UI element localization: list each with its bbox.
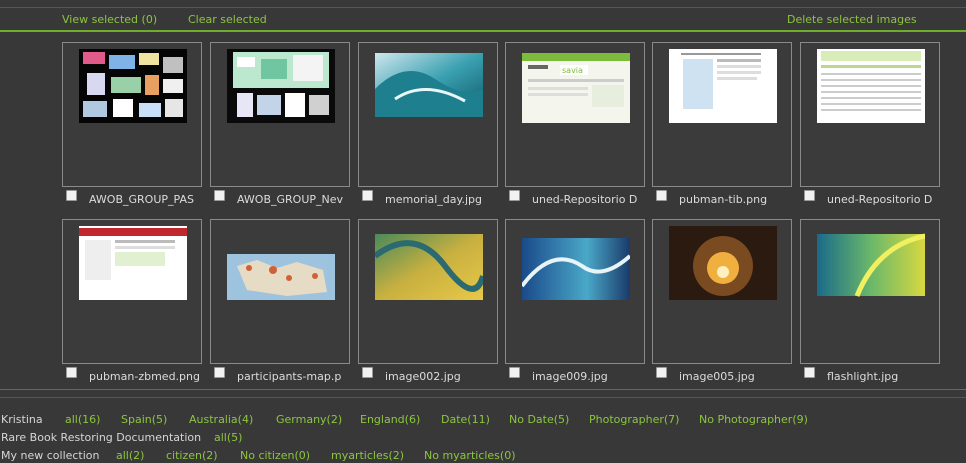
- collection-filters: Kristina all(16) Spain(5) Australia(4) G…: [1, 413, 961, 463]
- image-thumbnail[interactable]: [358, 219, 498, 364]
- thumbnail-wave-photo: [375, 234, 483, 300]
- filter-link[interactable]: all(2): [116, 449, 144, 462]
- filter-link[interactable]: Photographer(7): [589, 413, 679, 426]
- image-card: AWOB_GROUP_Nev: [210, 42, 350, 206]
- select-checkbox[interactable]: [214, 190, 225, 201]
- filter-link[interactable]: all(16): [65, 413, 100, 426]
- image-filename: image002.jpg: [385, 370, 461, 383]
- image-thumbnail[interactable]: [210, 42, 350, 187]
- thumbnail-webpage-screenshot: [79, 226, 187, 300]
- collection-row: My new collection all(2) citizen(2) No c…: [1, 449, 961, 463]
- filter-link[interactable]: Australia(4): [189, 413, 253, 426]
- select-checkbox[interactable]: [362, 190, 373, 201]
- filter-link[interactable]: myarticles(2): [331, 449, 404, 462]
- grid-divider: [0, 397, 966, 398]
- thumbnail-wave-photo: [817, 233, 925, 297]
- filter-link[interactable]: England(6): [360, 413, 420, 426]
- image-filename: participants-map.p: [237, 370, 342, 383]
- thumbnail-map: [227, 254, 335, 300]
- grid-divider: [0, 389, 966, 390]
- image-thumbnail[interactable]: [210, 219, 350, 364]
- image-card: memorial_day.jpg: [358, 42, 498, 206]
- select-checkbox[interactable]: [656, 367, 667, 378]
- filter-link[interactable]: all(5): [214, 431, 242, 444]
- select-checkbox[interactable]: [804, 367, 815, 378]
- select-checkbox[interactable]: [66, 190, 77, 201]
- filter-link[interactable]: No Photographer(9): [699, 413, 808, 426]
- filter-link[interactable]: citizen(2): [166, 449, 218, 462]
- filter-link[interactable]: No citizen(0): [240, 449, 310, 462]
- collection-name: My new collection: [1, 449, 100, 462]
- image-filename: AWOB_GROUP_Nev: [237, 193, 344, 206]
- select-checkbox[interactable]: [509, 367, 520, 378]
- image-filename: uned-Repositorio D: [827, 193, 933, 206]
- image-thumbnail[interactable]: [505, 219, 645, 364]
- image-thumbnail[interactable]: [652, 42, 792, 187]
- image-thumbnail[interactable]: [62, 219, 202, 364]
- image-card: pubman-tib.png: [652, 42, 792, 206]
- filter-link[interactable]: Spain(5): [121, 413, 167, 426]
- collection-name: Kristina: [1, 413, 43, 426]
- thumbnail-webpage-screenshot: [669, 49, 777, 123]
- image-filename: pubman-zbmed.png: [89, 370, 199, 383]
- image-grid: AWOB_GROUP_PAS AWOB_GROUP_Nev memorial_d…: [0, 0, 966, 390]
- select-checkbox[interactable]: [804, 190, 815, 201]
- thumbnail-poster-collage: [79, 49, 187, 123]
- image-card: participants-map.p: [210, 219, 350, 383]
- image-thumbnail[interactable]: [62, 42, 202, 187]
- image-card: image005.jpg: [652, 219, 792, 383]
- select-checkbox[interactable]: [656, 190, 667, 201]
- image-filename: memorial_day.jpg: [385, 193, 482, 206]
- filter-link[interactable]: No Date(5): [509, 413, 569, 426]
- image-card: AWOB_GROUP_PAS: [62, 42, 202, 206]
- image-thumbnail[interactable]: [652, 219, 792, 364]
- thumbnail-wave-photo: [375, 53, 483, 117]
- filter-link[interactable]: No myarticles(0): [424, 449, 516, 462]
- image-filename: pubman-tib.png: [679, 193, 768, 206]
- image-filename: AWOB_GROUP_PAS: [89, 193, 194, 206]
- collection-name: Rare Book Restoring Documentation: [1, 431, 202, 444]
- image-card: image009.jpg: [505, 219, 645, 383]
- image-card: uned-Repositorio D: [800, 42, 940, 206]
- select-checkbox[interactable]: [509, 190, 520, 201]
- image-filename: uned-Repositorio D: [532, 193, 638, 206]
- image-card: flashlight.jpg: [800, 219, 940, 383]
- image-thumbnail[interactable]: [800, 42, 940, 187]
- image-filename: image005.jpg: [679, 370, 755, 383]
- image-card: image002.jpg: [358, 219, 498, 383]
- select-checkbox[interactable]: [66, 367, 77, 378]
- select-checkbox[interactable]: [362, 367, 373, 378]
- collection-row: Rare Book Restoring Documentation all(5): [1, 431, 961, 449]
- filter-link[interactable]: Germany(2): [276, 413, 342, 426]
- thumbnail-poster-collage: [227, 49, 335, 123]
- thumbnail-webpage-screenshot: [817, 49, 925, 123]
- image-card: pubman-zbmed.png: [62, 219, 202, 383]
- image-filename: flashlight.jpg: [827, 370, 899, 383]
- thumbnail-wave-photo: [522, 238, 630, 300]
- collection-row: Kristina all(16) Spain(5) Australia(4) G…: [1, 413, 961, 431]
- filter-link[interactable]: Date(11): [441, 413, 490, 426]
- image-card: savia uned-Repositorio D: [505, 42, 645, 206]
- image-thumbnail[interactable]: [358, 42, 498, 187]
- svg-text:savia: savia: [562, 66, 583, 75]
- image-filename: image009.jpg: [532, 370, 608, 383]
- thumbnail-wave-photo: [669, 226, 777, 300]
- image-thumbnail[interactable]: [800, 219, 940, 364]
- thumbnail-webpage-screenshot: savia: [522, 53, 630, 123]
- image-thumbnail[interactable]: savia: [505, 42, 645, 187]
- select-checkbox[interactable]: [214, 367, 225, 378]
